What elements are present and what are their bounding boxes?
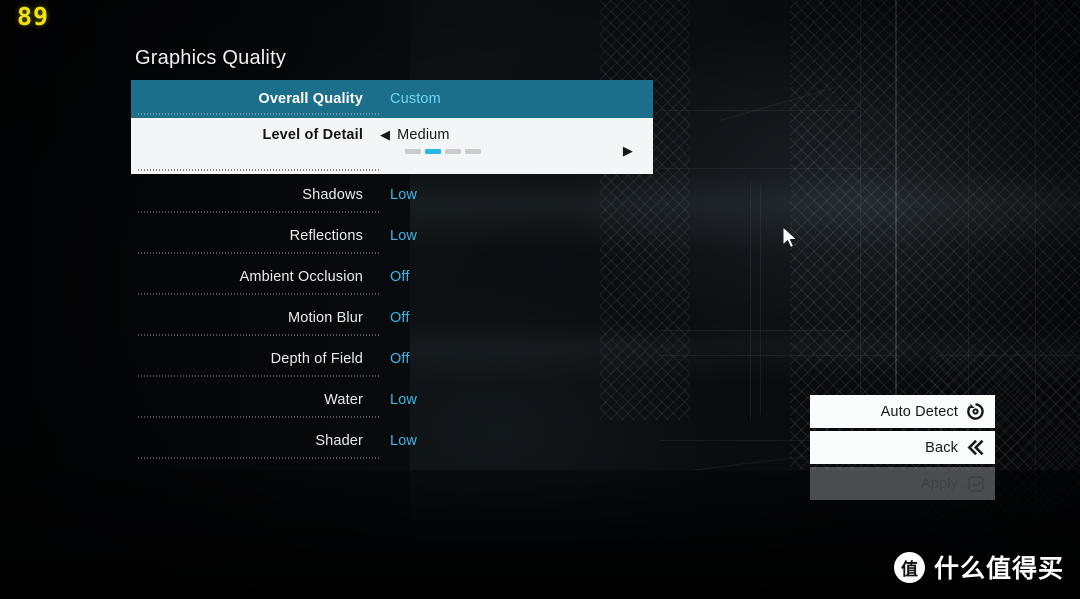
setting-value: Low <box>390 186 418 203</box>
setting-value: Medium <box>397 127 450 143</box>
action-button-group: Auto Detect Back Apply <box>810 395 995 503</box>
setting-label: Overall Quality <box>258 91 363 107</box>
page-title: Graphics Quality <box>135 47 287 69</box>
row-divider-dots <box>138 457 379 459</box>
graphics-quality-panel: Graphics Quality Overall Quality Custom … <box>131 47 653 461</box>
watermark-text: 什么值得买 <box>933 554 1064 583</box>
segment-1 <box>405 149 421 154</box>
segment-2 <box>425 149 441 154</box>
setting-value: Off <box>390 309 410 326</box>
arrow-right-icon[interactable]: ▶ <box>623 144 633 157</box>
setting-value: Low <box>390 227 418 244</box>
setting-value: Low <box>390 391 418 408</box>
row-divider-dots <box>138 293 379 295</box>
setting-row-shadows[interactable]: Shadows Low <box>131 174 653 215</box>
setting-label: Water <box>324 391 363 408</box>
setting-row-depth-of-field[interactable]: Depth of Field Off <box>131 338 653 379</box>
setting-row-water[interactable]: Water Low <box>131 379 653 420</box>
setting-value-wrapper: ◀ Medium ▶ <box>371 127 653 157</box>
apply-label: Apply <box>920 475 958 492</box>
setting-label: Motion Blur <box>288 309 363 326</box>
auto-detect-button[interactable]: Auto Detect <box>810 395 995 428</box>
segment-3 <box>445 149 461 154</box>
setting-label: Depth of Field <box>270 350 363 367</box>
setting-row-ambient-occlusion[interactable]: Ambient Occlusion Off <box>131 256 653 297</box>
row-divider-dots <box>138 375 379 377</box>
double-chevron-left-icon <box>966 438 985 457</box>
setting-label: Ambient Occlusion <box>239 268 363 285</box>
row-divider-dots <box>138 169 379 171</box>
setting-label: Shader <box>315 432 363 449</box>
game-screen: 89 Graphics Quality Overall Quality Cust… <box>0 0 1080 599</box>
hud-counter: 89 <box>17 2 50 31</box>
watermark: 值 什么值得买 <box>893 549 1064 585</box>
setting-row-level-of-detail[interactable]: Level of Detail ◀ Medium ▶ <box>131 118 653 174</box>
row-divider-dots <box>138 416 379 418</box>
setting-row-reflections[interactable]: Reflections Low <box>131 215 653 256</box>
arrow-left-icon[interactable]: ◀ <box>380 127 390 142</box>
mouse-cursor <box>782 225 800 250</box>
row-divider-dots <box>138 211 379 213</box>
row-divider-dots <box>138 113 379 115</box>
setting-value: Off <box>390 268 410 285</box>
setting-value: Off <box>390 350 410 367</box>
setting-row-overall-quality[interactable]: Overall Quality Custom <box>131 80 653 118</box>
setting-row-shader[interactable]: Shader Low <box>131 420 653 461</box>
row-divider-dots <box>138 334 379 336</box>
auto-detect-label: Auto Detect <box>880 403 958 420</box>
rotate-button-icon <box>966 402 985 421</box>
segment-4 <box>465 149 481 154</box>
back-button[interactable]: Back <box>810 431 995 464</box>
setting-row-motion-blur[interactable]: Motion Blur Off <box>131 297 653 338</box>
apply-button[interactable]: Apply <box>810 467 995 500</box>
setting-value: Low <box>390 432 418 449</box>
watermark-logo: 值 <box>893 551 925 583</box>
setting-label: Shadows <box>302 186 363 203</box>
level-of-detail-segments[interactable] <box>405 149 481 154</box>
setting-label: Reflections <box>289 227 363 244</box>
back-label: Back <box>925 439 958 456</box>
row-divider-dots <box>138 252 379 254</box>
enter-key-icon <box>966 474 985 493</box>
setting-label: Level of Detail <box>262 127 363 143</box>
setting-value: Custom <box>390 91 441 107</box>
